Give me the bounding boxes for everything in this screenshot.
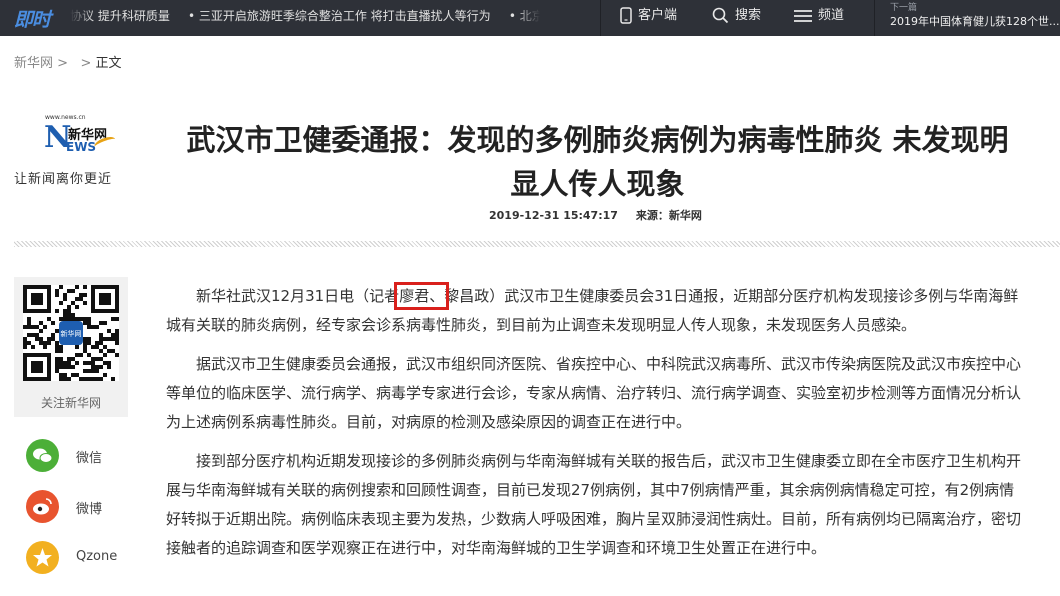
menu-icon: [794, 9, 812, 22]
article-body: 新华社武汉12月31日电（记者廖君、黎昌政）武汉市卫生健康委员会31日通报，近期…: [166, 282, 1060, 573]
paragraph-line: 为上述病例系病毒性肺炎。目前，对病原的检测及感染原因的调查正在进行中。: [166, 413, 692, 431]
paragraph-line: 等单位的临床医学、流行病学、病毒学专家进行会诊，专家从病情、治疗转归、流行病学调…: [166, 384, 1022, 402]
breadcrumb-separator: >: [80, 56, 92, 71]
topbar-separator: [874, 0, 875, 36]
share-label: 微博: [76, 502, 103, 517]
next-article-link[interactable]: 下一篇 2019年中国体育健儿获128个世...: [890, 2, 1060, 30]
search-label: 搜索: [735, 8, 762, 23]
article-paragraph: 接到部分医疗机构近期发现接诊的多例肺炎病例与华南海鲜城有关联的报告后，武汉市卫生…: [166, 447, 1060, 563]
paragraph-line: 据武汉市卫生健康委员会通报，武汉市组织同济医院、省疾控中心、中科院武汉病毒所、武…: [196, 355, 1022, 373]
logo-ews: EWS: [66, 140, 97, 154]
weibo-icon: [26, 490, 59, 523]
phone-icon: [620, 7, 632, 24]
article-paragraph: 新华社武汉12月31日电（记者廖君、黎昌政）武汉市卫生健康委员会31日通报，近期…: [166, 282, 1060, 340]
qzone-icon: [26, 541, 59, 574]
logo-slogan: 让新闻离你更近: [14, 172, 113, 187]
divider: [14, 241, 1060, 247]
next-title: 2019年中国体育健儿获128个世...: [890, 15, 1060, 28]
article-title: 武汉市卫健委通报：发现的多例肺炎病例为病毒性肺炎 未发现明 显人传人现象: [145, 118, 1050, 206]
channel-button[interactable]: 频道: [794, 0, 844, 32]
title-line: 显人传人现象: [510, 167, 685, 201]
paragraph-line: 好转拟于近期出院。病例临床表现主要为发热，少数病人呼吸困难，胸片呈双肺浸润性病灶…: [166, 510, 1022, 528]
search-icon: [712, 7, 729, 24]
paragraph-text: 黎昌政）武汉市卫生健康委员会31日通报，近期部分医疗机构发现接诊多例与华南海鲜: [444, 287, 1019, 305]
title-line: 武汉市卫健委通报：发现的多例肺炎病例为病毒性肺炎 未发现明: [186, 123, 1009, 157]
qr-code-image: 新华网: [23, 285, 119, 381]
topbar-separator: [600, 0, 601, 36]
next-label: 下一篇: [890, 3, 918, 13]
client-button[interactable]: 客户端: [620, 0, 677, 32]
breadcrumb-home[interactable]: 新华网: [14, 56, 53, 71]
top-bar: 即时 协议 提升科研质量 • 三亚开启旅游旺季综合整治工作 将打击直播扰人等行为…: [0, 0, 1060, 36]
ticker-fade-left: [70, 0, 94, 36]
paragraph-line: 展与华南海鲜城有关联的病例搜索和回顾性调查，目前已发现27例病例，其中7例病情严…: [166, 481, 1015, 499]
paragraph-text: 新华社武汉12月31日电（记者: [196, 287, 400, 305]
breadcrumb-separator: >: [57, 56, 69, 71]
paragraph-line: 接触者的追踪调查和医学观察正在进行中，对华南海鲜城的卫生学调查和环境卫生处置正在…: [166, 539, 827, 557]
article-source: 来源：新华网: [635, 209, 702, 222]
client-label: 客户端: [638, 8, 678, 23]
article-datetime: 2019-12-31 15:47:17: [489, 209, 618, 222]
breadcrumb: 新华网 > > 正文: [14, 52, 122, 71]
ticker-item[interactable]: • 三亚开启旅游旺季综合整治工作 将打击直播扰人等行为: [188, 9, 491, 23]
search-button[interactable]: 搜索: [712, 0, 761, 32]
qr-center-label: 新华网: [61, 329, 82, 338]
article-paragraph: 据武汉市卫生健康委员会通报，武汉市组织同济医院、省疾控中心、中科院武汉病毒所、武…: [166, 350, 1060, 437]
news-ticker: 协议 提升科研质量 • 三亚开启旅游旺季综合整治工作 将打击直播扰人等行为 • …: [70, 0, 540, 36]
channel-label: 频道: [818, 8, 845, 23]
qr-panel: 新华网 关注新华网: [14, 277, 128, 417]
paragraph-line: 城有关联的肺炎病例，经专家会诊系病毒性肺炎，到目前为止调查未发现明显人传人现象，…: [166, 316, 917, 334]
share-label: Qzone: [76, 549, 118, 564]
highlighted-reporter: 廖君、: [394, 282, 450, 310]
ticker-fade-right: [516, 0, 540, 36]
breadcrumb-current: 正文: [95, 56, 122, 71]
xinhuanet-logo[interactable]: www.news.cn N 新华网 EWS 让新闻离你更近: [14, 112, 134, 190]
paragraph-line: 接到部分医疗机构近期发现接诊的多例肺炎病例与华南海鲜城有关联的报告后，武汉市卫生…: [196, 452, 1022, 470]
share-label: 微信: [76, 451, 103, 466]
article-meta: 2019-12-31 15:47:17 来源：新华网: [489, 207, 720, 223]
wechat-icon: [26, 439, 59, 472]
site-logo[interactable]: 即时: [14, 5, 51, 32]
qr-label: 关注新华网: [40, 396, 101, 410]
